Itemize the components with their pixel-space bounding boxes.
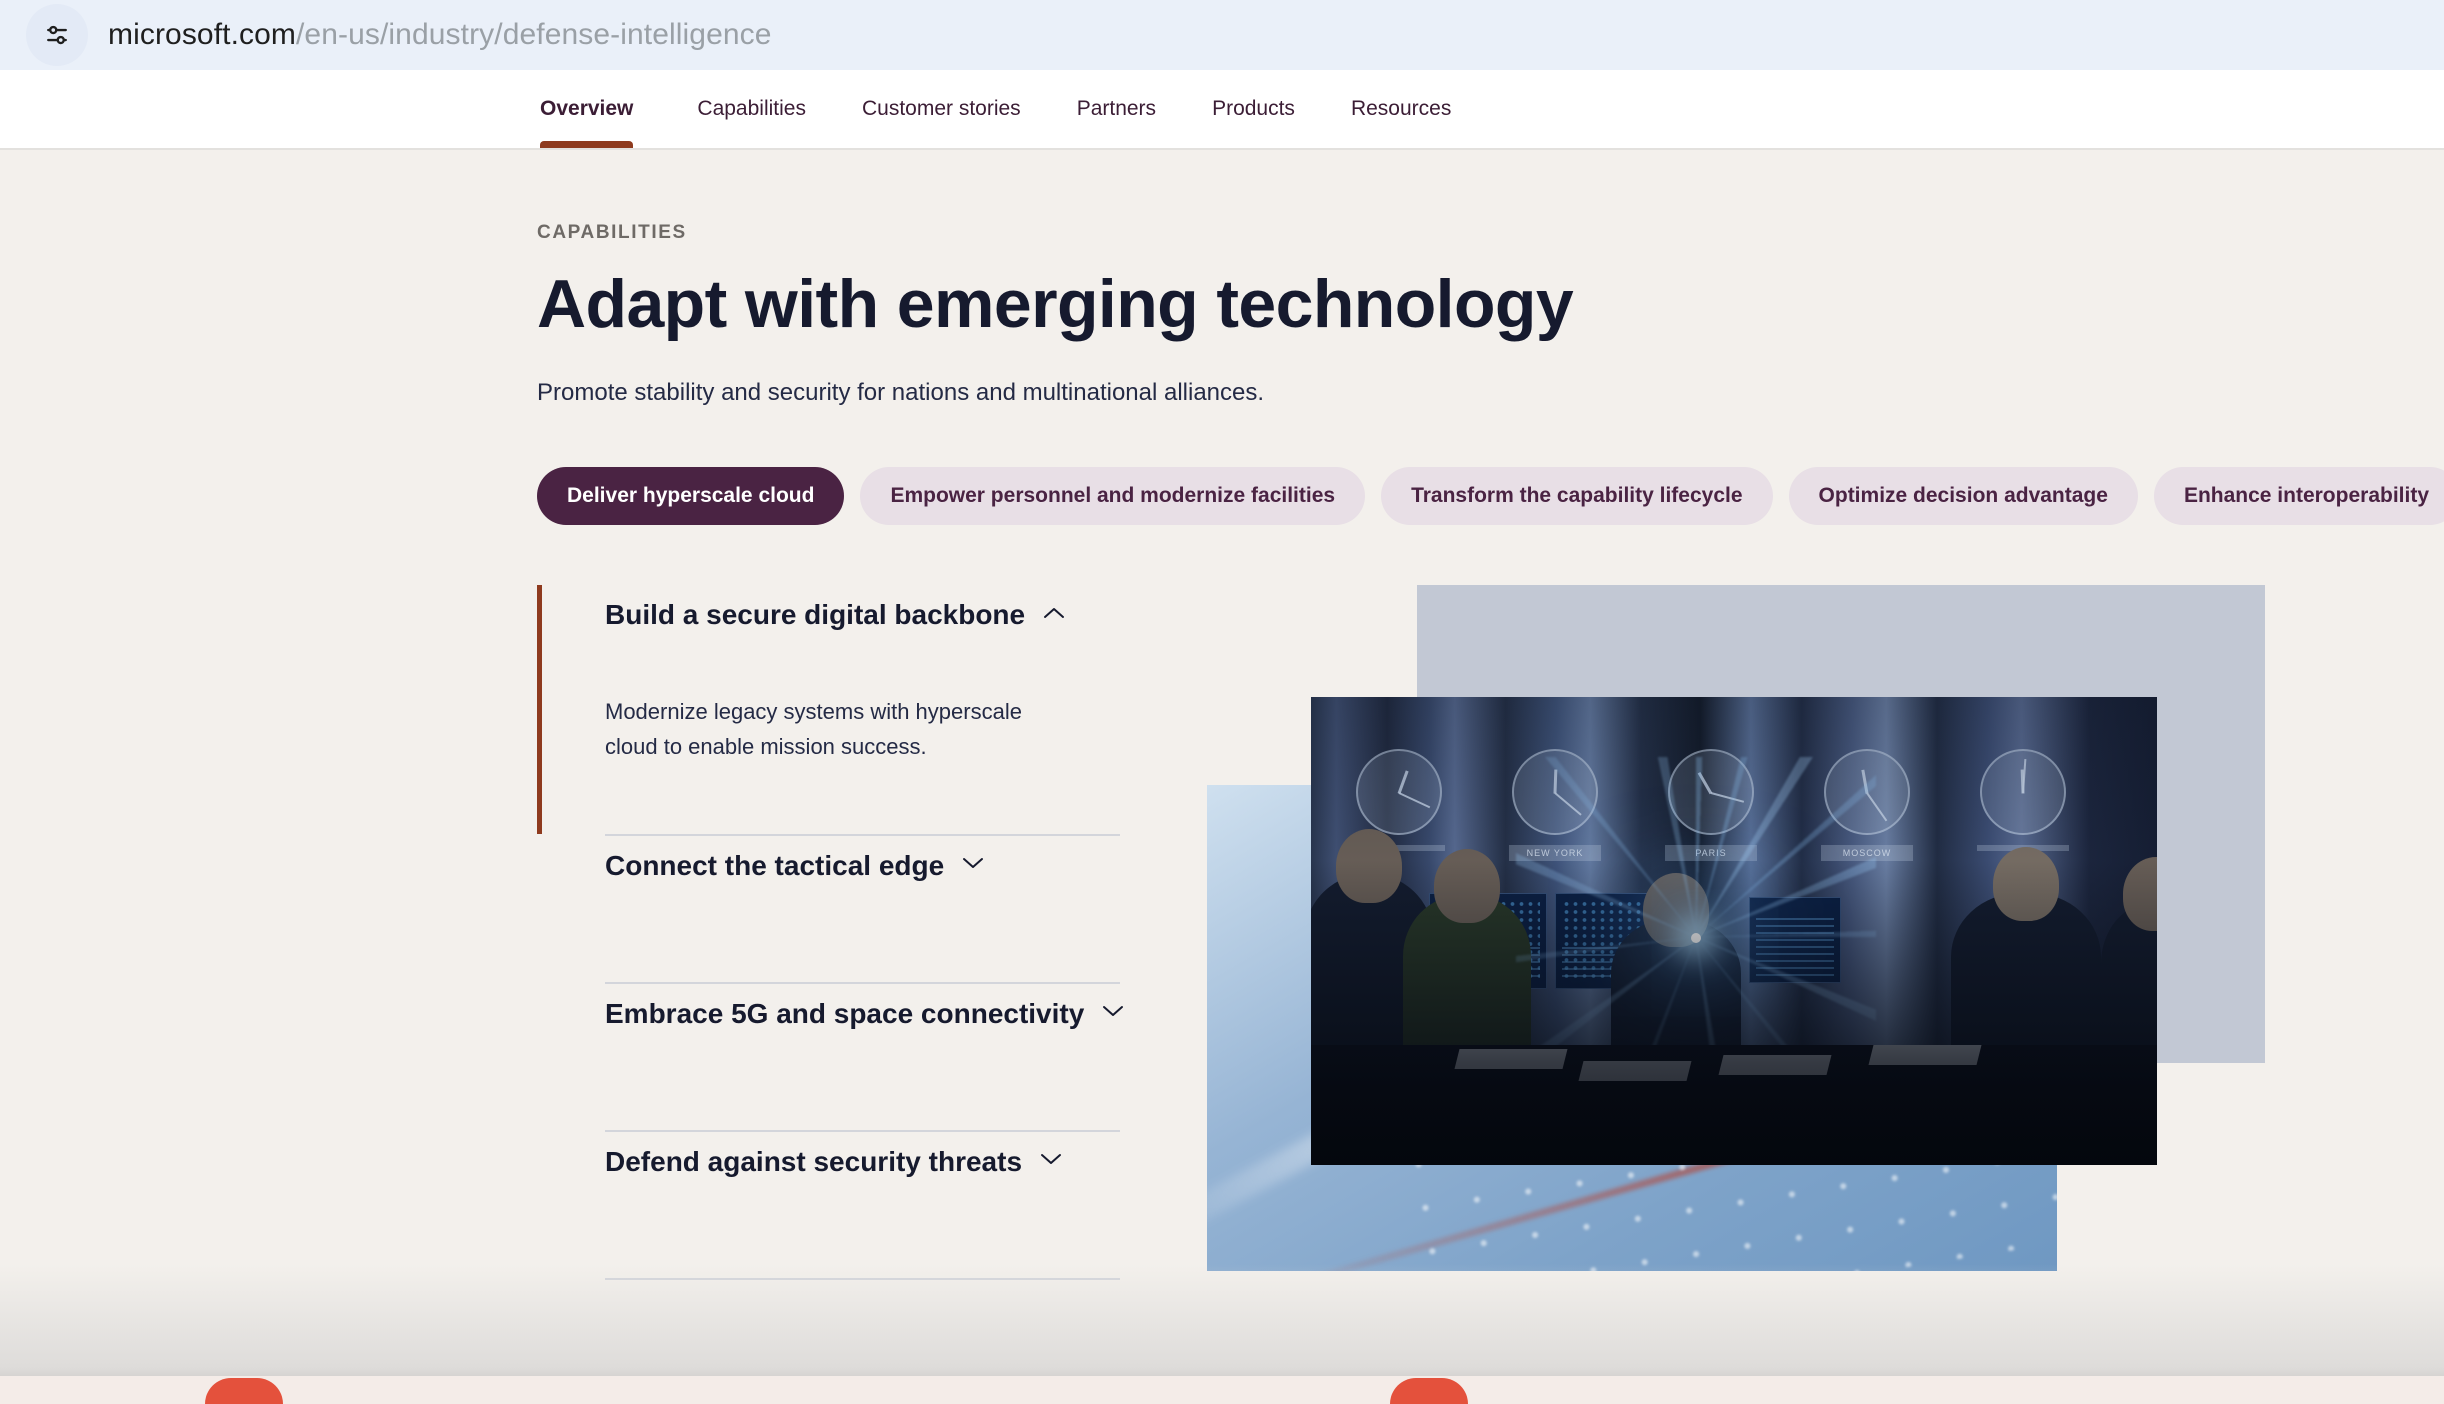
next-section-shape bbox=[1390, 1378, 1468, 1404]
bottom-fade-gradient bbox=[0, 1264, 2444, 1376]
next-section-shape bbox=[205, 1378, 283, 1404]
collage-command-center-photo: NEW YORK PARIS bbox=[1311, 697, 2157, 1166]
accordion-header-connect-tactical-edge[interactable]: Connect the tactical edge bbox=[605, 836, 1120, 898]
accordion-title: Embrace 5G and space connectivity bbox=[605, 997, 1085, 1029]
accordion-item-build-secure-digital-backbone: Build a secure digital backbone Moderniz… bbox=[537, 585, 1120, 834]
pill-optimize-decision-advantage[interactable]: Optimize decision advantage bbox=[1788, 467, 2138, 526]
next-section-peek bbox=[0, 1376, 2444, 1404]
page-subtitle: Promote stability and security for natio… bbox=[537, 379, 1265, 407]
tab-products[interactable]: Products bbox=[1184, 70, 1323, 148]
tab-customer-stories[interactable]: Customer stories bbox=[834, 70, 1049, 148]
site-settings-icon[interactable] bbox=[26, 4, 88, 66]
accordion-title: Connect the tactical edge bbox=[605, 849, 945, 881]
tab-resources[interactable]: Resources bbox=[1323, 70, 1479, 148]
chevron-down-icon[interactable] bbox=[962, 856, 984, 875]
pill-enhance-interoperability[interactable]: Enhance interoperability bbox=[2153, 467, 2444, 526]
accordion-header-build-secure-digital-backbone[interactable]: Build a secure digital backbone bbox=[605, 585, 1120, 647]
chevron-up-icon[interactable] bbox=[1043, 606, 1065, 625]
tab-capabilities-label: Capabilities bbox=[697, 97, 806, 120]
browser-url-bar: microsoft.com/en-us/industry/defense-int… bbox=[0, 0, 2444, 70]
tab-resources-label: Resources bbox=[1350, 97, 1452, 120]
accordion-item-defend-against-security-threats: Defend against security threats bbox=[537, 1132, 1120, 1278]
photo-vignette bbox=[1311, 697, 2157, 1166]
accordion-spacer bbox=[605, 898, 1120, 982]
page-eyebrow: CAPABILITIES bbox=[537, 222, 687, 243]
capability-detail-row: Build a secure digital backbone Moderniz… bbox=[537, 585, 2444, 1285]
chevron-down-icon[interactable] bbox=[1102, 1004, 1124, 1023]
capability-accordion: Build a secure digital backbone Moderniz… bbox=[537, 585, 1124, 1280]
url-path: /en-us/industry/defense-intelligence bbox=[296, 18, 772, 51]
pill-deliver-hyperscale-cloud[interactable]: Deliver hyperscale cloud bbox=[537, 467, 845, 526]
page-body: CAPABILITIES Adapt with emerging technol… bbox=[0, 150, 2444, 1404]
pill-empower-personnel[interactable]: Empower personnel and modernize faciliti… bbox=[860, 467, 1366, 526]
page-title: Adapt with emerging technology bbox=[537, 266, 1574, 342]
capability-image-collage: NEW YORK PARIS bbox=[1207, 585, 2267, 1285]
capability-filter-pills: Deliver hyperscale cloud Empower personn… bbox=[537, 467, 2444, 526]
accordion-header-embrace-5g-space-connectivity[interactable]: Embrace 5G and space connectivity bbox=[605, 984, 1124, 1046]
accordion-item-embrace-5g-space-connectivity: Embrace 5G and space connectivity bbox=[537, 984, 1124, 1130]
accordion-title: Defend against security threats bbox=[605, 1145, 1023, 1177]
tab-capabilities[interactable]: Capabilities bbox=[669, 70, 834, 148]
url-domain: microsoft.com bbox=[108, 18, 296, 51]
site-navigation: Overview Capabilities Customer stories P… bbox=[0, 70, 2444, 150]
tab-customer-stories-label: Customer stories bbox=[861, 97, 1021, 120]
tab-overview-label: Overview bbox=[540, 97, 634, 120]
tab-partners-label: Partners bbox=[1076, 97, 1157, 120]
accordion-title: Build a secure digital backbone bbox=[605, 599, 1026, 631]
tab-products-label: Products bbox=[1212, 97, 1295, 120]
tab-overview[interactable]: Overview bbox=[540, 70, 669, 148]
chevron-down-icon[interactable] bbox=[1040, 1152, 1062, 1171]
tab-partners[interactable]: Partners bbox=[1049, 70, 1184, 148]
accordion-header-defend-against-security-threats[interactable]: Defend against security threats bbox=[605, 1132, 1120, 1194]
accordion-item-connect-tactical-edge: Connect the tactical edge bbox=[537, 836, 1120, 982]
accordion-spacer bbox=[605, 1046, 1120, 1130]
accordion-body-text: Modernize legacy systems with hyperscale… bbox=[605, 699, 1022, 759]
pill-transform-capability-lifecycle[interactable]: Transform the capability lifecycle bbox=[1381, 467, 1773, 526]
content-container: CAPABILITIES Adapt with emerging technol… bbox=[0, 150, 2444, 1285]
url-text[interactable]: microsoft.com/en-us/industry/defense-int… bbox=[108, 18, 772, 52]
